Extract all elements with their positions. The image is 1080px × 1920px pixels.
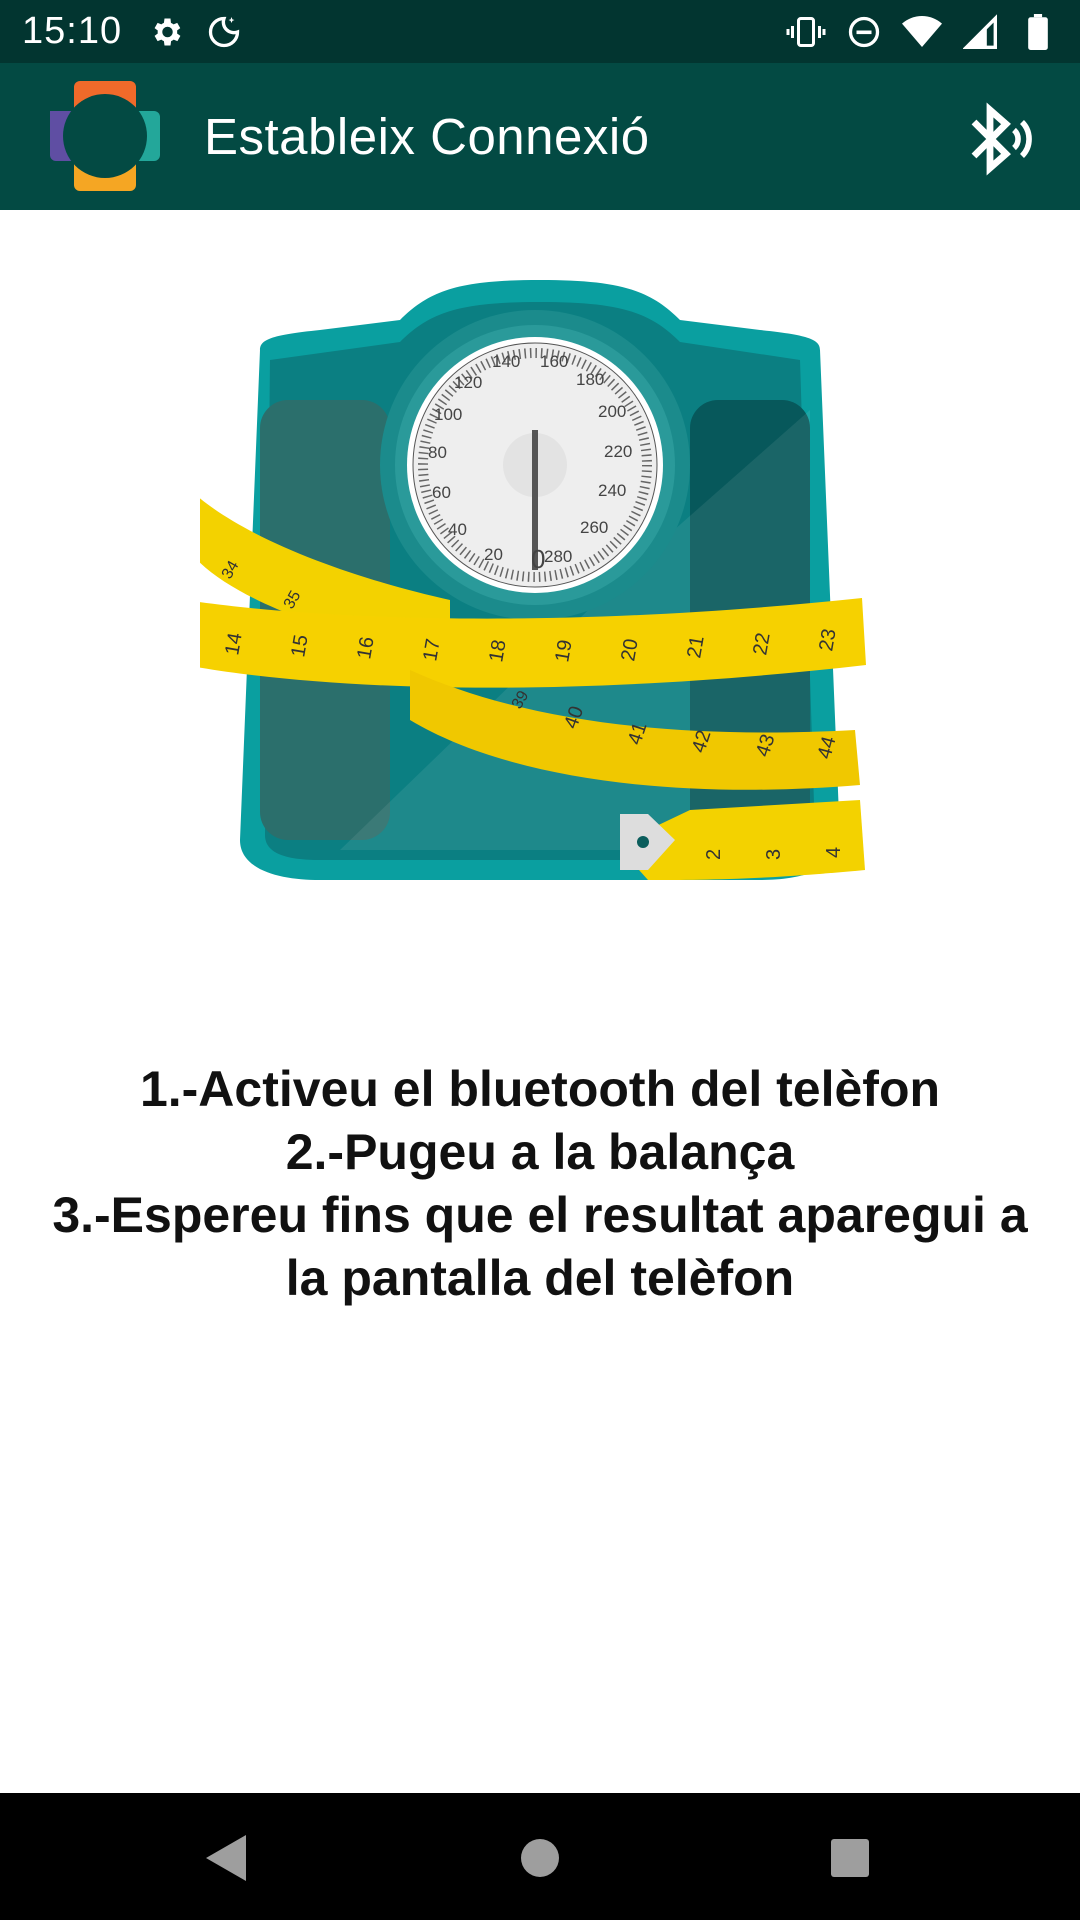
svg-text:200: 200: [598, 402, 626, 421]
svg-text:120: 120: [454, 373, 482, 392]
app-title: Estableix Connexió: [204, 108, 650, 165]
cell-signal-icon: [960, 12, 1000, 52]
recents-icon[interactable]: [815, 1823, 885, 1893]
svg-text:60: 60: [432, 483, 451, 502]
gear-icon: [146, 12, 186, 52]
back-icon[interactable]: [190, 1823, 260, 1893]
instruction-step-2: 2.-Pugeu a la balança: [285, 1124, 795, 1180]
svg-text:16: 16: [353, 635, 379, 661]
bluetooth-searching-icon[interactable]: [960, 99, 1040, 179]
svg-text:20: 20: [484, 545, 503, 564]
svg-text:80: 80: [428, 443, 447, 462]
svg-text:22: 22: [749, 631, 775, 657]
svg-text:3: 3: [763, 849, 785, 860]
svg-text:18: 18: [485, 638, 511, 664]
wifi-icon: [902, 12, 942, 52]
svg-text:140: 140: [492, 352, 520, 371]
do-not-disturb-moon-icon: [204, 12, 244, 52]
navigation-bar: [0, 1793, 1080, 1920]
svg-text:21: 21: [683, 634, 709, 660]
svg-text:280: 280: [544, 547, 572, 566]
do-not-disturb-icon: [844, 12, 884, 52]
svg-text:17: 17: [419, 637, 445, 663]
status-time: 15:10: [22, 10, 123, 52]
status-left-icons: [146, 12, 244, 52]
svg-text:220: 220: [604, 442, 632, 461]
svg-text:240: 240: [598, 481, 626, 500]
svg-text:23: 23: [815, 627, 841, 653]
svg-text:260: 260: [580, 518, 608, 537]
battery-icon: [1018, 12, 1058, 52]
svg-text:160: 160: [540, 352, 568, 371]
status-right-icons: [786, 12, 1058, 52]
svg-text:40: 40: [448, 520, 467, 539]
status-bar: 15:10: [0, 0, 1080, 63]
svg-text:15: 15: [287, 633, 313, 659]
svg-text:100: 100: [434, 405, 462, 424]
app-logo-icon: [42, 73, 168, 199]
svg-text:180: 180: [576, 370, 604, 389]
instruction-step-3: 3.-Espereu fins que el resultat aparegui…: [52, 1187, 1028, 1306]
home-icon[interactable]: [505, 1823, 575, 1893]
svg-text:19: 19: [551, 638, 577, 664]
svg-text:14: 14: [221, 631, 247, 657]
vibrate-icon: [786, 12, 826, 52]
app-bar: Estableix Connexió: [0, 63, 1080, 210]
svg-text:4: 4: [823, 847, 845, 858]
svg-text:20: 20: [617, 637, 643, 663]
svg-text:2: 2: [703, 849, 725, 860]
instructions: 1.-Activeu el bluetooth del telèfon 2.-P…: [30, 1058, 1050, 1310]
instruction-step-1: 1.-Activeu el bluetooth del telèfon: [139, 1061, 941, 1117]
scale-illustration: 0 20 40 60 80 100 120 140 160 180 200 22…: [185, 280, 880, 960]
